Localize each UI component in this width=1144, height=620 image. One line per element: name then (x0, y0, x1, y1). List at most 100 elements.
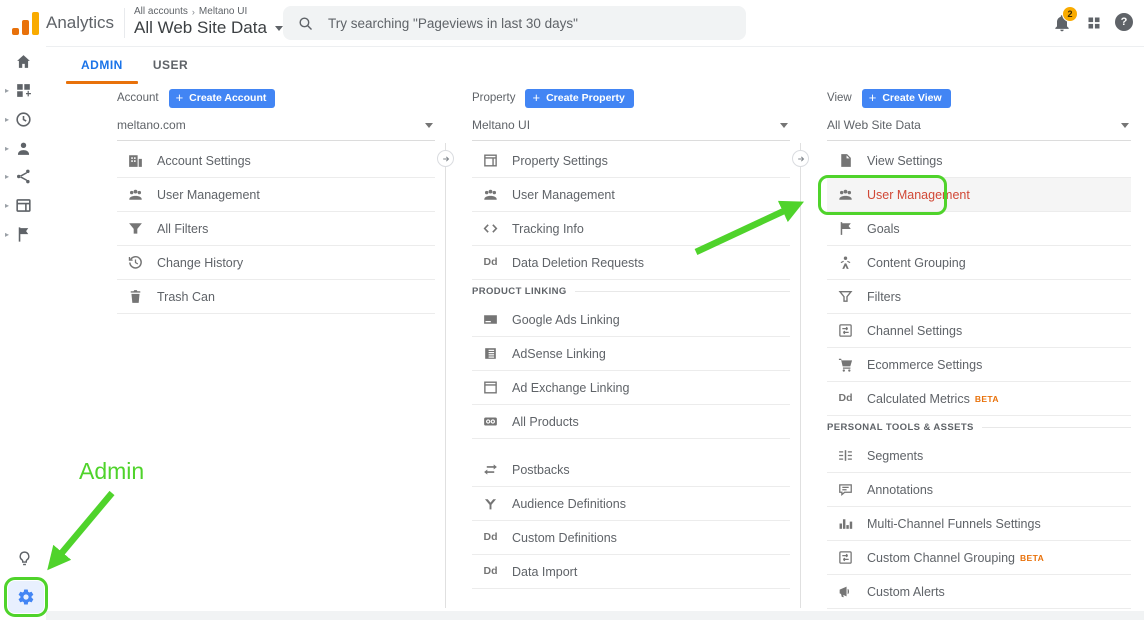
view-selector[interactable]: All Web Site Data (827, 116, 1131, 141)
item-label: Custom Definitions (512, 531, 617, 545)
item-label: Multi-Channel Funnels Settings (867, 517, 1041, 531)
account-item-change-history[interactable]: Change History (117, 246, 435, 280)
view-item-goals[interactable]: Goals (827, 212, 1131, 246)
button-label: Create View (882, 92, 941, 104)
account-item-all-filters[interactable]: All Filters (117, 212, 435, 246)
building-icon (127, 152, 144, 169)
apps-grid-icon[interactable] (1086, 15, 1102, 31)
sidebar-item-acquisition[interactable]: ▸ (0, 163, 46, 189)
help-icon[interactable]: ? (1115, 13, 1133, 31)
create-view-button[interactable]: +Create View (862, 89, 951, 108)
view-item-custom-channel-grouping[interactable]: Custom Channel GroupingBETA (827, 541, 1131, 575)
selected-value: Meltano UI (472, 118, 530, 132)
column-label-account: Account (117, 92, 159, 104)
item-label: Trash Can (157, 290, 215, 304)
sidebar-item-audience[interactable]: ▸ (0, 135, 46, 161)
account-switcher[interactable]: All Web Site Data (134, 18, 283, 38)
top-bar: Analytics All accounts › Meltano UI All … (0, 0, 1144, 47)
property-item-data-import[interactable]: DdData Import (472, 555, 790, 589)
create-property-button[interactable]: +Create Property (525, 89, 633, 108)
item-label: User Management (157, 188, 260, 202)
view-item-calculated-metrics[interactable]: DdCalculated MetricsBETA (827, 382, 1131, 416)
plus-icon: + (176, 93, 184, 103)
breadcrumb[interactable]: All accounts › Meltano UI (134, 6, 247, 17)
view-item-ecommerce-settings[interactable]: Ecommerce Settings (827, 348, 1131, 382)
property-item-ad-exchange-linking[interactable]: Ad Exchange Linking (472, 371, 790, 405)
segments-icon (837, 447, 854, 464)
property-item-tracking-info[interactable]: Tracking Info (472, 212, 790, 246)
people-icon (837, 186, 854, 203)
view-item-channel-settings[interactable]: Channel Settings (827, 314, 1131, 348)
bottom-strip (0, 611, 1144, 620)
view-item-content-grouping[interactable]: Content Grouping (827, 246, 1131, 280)
item-label: Calculated Metrics (867, 392, 970, 406)
property-item-google-ads-linking[interactable]: Google Ads Linking (472, 303, 790, 337)
item-label: Ad Exchange Linking (512, 381, 629, 395)
analytics-admin-page: Analytics All accounts › Meltano UI All … (0, 0, 1144, 620)
card-icon (482, 311, 499, 328)
view-item-annotations[interactable]: Annotations (827, 473, 1131, 507)
annotation-icon (837, 481, 854, 498)
view-column: View+Create ViewAll Web Site DataView Se… (827, 88, 1131, 609)
create-account-button[interactable]: +Create Account (169, 89, 276, 108)
audience-icon (14, 139, 33, 158)
item-label: All Products (512, 415, 579, 429)
sidebar-item-home[interactable] (0, 48, 46, 74)
code-icon (482, 220, 499, 237)
item-label: Tracking Info (512, 222, 584, 236)
view-item-filters[interactable]: Filters (827, 280, 1131, 314)
expand-caret-icon: ▸ (5, 144, 9, 153)
property-selector[interactable]: Meltano UI (472, 116, 790, 141)
admin-annotation-label: Admin (79, 458, 144, 485)
flag-icon (837, 220, 854, 237)
item-label: Audience Definitions (512, 497, 626, 511)
left-nav: ▸ ▸ ▸ ▸ ▸ ▸ (0, 46, 46, 620)
filter-icon (127, 220, 144, 237)
admin-gear-highlight-box (4, 577, 48, 617)
adsense-icon (482, 345, 499, 362)
search-bar[interactable] (283, 6, 746, 40)
search-input[interactable] (326, 15, 732, 32)
sidebar-item-customization[interactable]: ▸ (0, 77, 46, 103)
channel-icon (837, 549, 854, 566)
breadcrumb-current: Meltano UI (199, 6, 247, 17)
collapse-column-button[interactable] (437, 150, 454, 167)
view-item-custom-alerts[interactable]: Custom Alerts (827, 575, 1131, 609)
view-item-view-settings[interactable]: View Settings (827, 144, 1131, 178)
property-item-all-products[interactable]: All Products (472, 405, 790, 439)
item-label: Data Import (512, 565, 577, 579)
conversions-icon (14, 225, 33, 244)
sidebar-item-realtime[interactable]: ▸ (0, 106, 46, 132)
account-selector[interactable]: meltano.com (117, 116, 435, 141)
sidebar-item-conversions[interactable]: ▸ (0, 221, 46, 247)
account-item-trash-can[interactable]: Trash Can (117, 280, 435, 314)
admin-gear-button[interactable] (8, 581, 44, 613)
view-item-segments[interactable]: Segments (827, 439, 1131, 473)
item-label: Content Grouping (867, 256, 966, 270)
analytics-logo-icon[interactable] (12, 11, 40, 35)
realtime-icon (14, 110, 33, 129)
account-item-account-settings[interactable]: Account Settings (117, 144, 435, 178)
property-item-audience-definitions[interactable]: Audience Definitions (472, 487, 790, 521)
discover-lightbulb-icon[interactable] (16, 550, 33, 567)
property-item-data-deletion-requests[interactable]: DdData Deletion Requests (472, 246, 790, 280)
account-menu: Account Settings User Management All Filte… (117, 144, 435, 314)
beta-badge: BETA (975, 394, 999, 404)
section-header-personal-tools-assets: PERSONAL TOOLS & ASSETS (827, 416, 1131, 439)
property-item-adsense-linking[interactable]: AdSense Linking (472, 337, 790, 371)
view-item-user-management[interactable]: User Management (827, 178, 1131, 212)
behavior-icon (14, 196, 33, 215)
account-item-user-management[interactable]: User Management (117, 178, 435, 212)
view-item-multi-channel-funnels-settings[interactable]: Multi-Channel Funnels Settings (827, 507, 1131, 541)
property-item-property-settings[interactable]: Property Settings (472, 144, 790, 178)
tab-admin[interactable]: ADMIN (66, 50, 138, 80)
column-divider (800, 143, 801, 608)
tab-user[interactable]: USER (138, 50, 203, 80)
item-label: Custom Alerts (867, 585, 945, 599)
property-item-custom-definitions[interactable]: DdCustom Definitions (472, 521, 790, 555)
collapse-column-button[interactable] (792, 150, 809, 167)
sidebar-item-behavior[interactable]: ▸ (0, 192, 46, 218)
property-item-user-management[interactable]: User Management (472, 178, 790, 212)
property-item-postbacks[interactable]: Postbacks (472, 453, 790, 487)
notification-count-badge: 2 (1062, 6, 1078, 22)
